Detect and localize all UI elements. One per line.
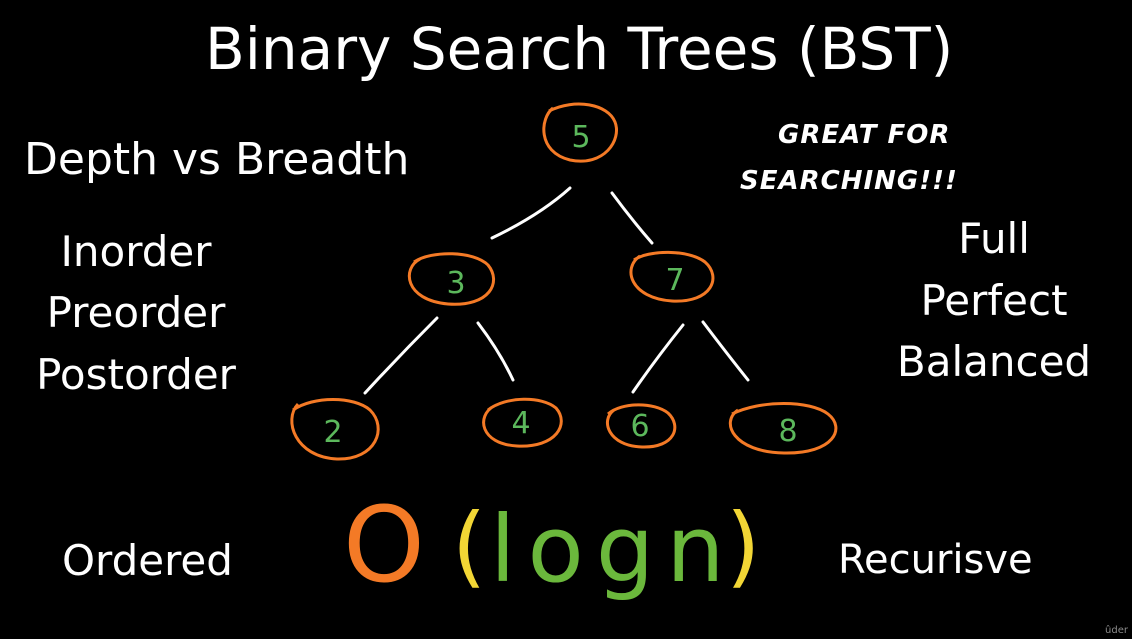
big-o-letter: O [343, 484, 425, 606]
open-paren: ( [452, 494, 486, 597]
edge-3-2 [363, 316, 439, 395]
node-2: 2 [323, 415, 342, 450]
node-7: 7 [665, 263, 684, 298]
close-paren: ) [726, 494, 760, 597]
node-4: 4 [511, 406, 530, 441]
bst-diagram: 5 3 7 2 4 6 8 O ( logn ) [290, 102, 838, 606]
edge-5-7 [610, 191, 654, 245]
edge-3-4 [476, 321, 515, 382]
edge-7-6 [631, 323, 685, 394]
node-6: 6 [630, 409, 649, 444]
watermark: ûder [1105, 625, 1128, 636]
node-3: 3 [446, 266, 465, 301]
node-5: 5 [571, 120, 590, 155]
node-8: 8 [778, 414, 797, 449]
edge-5-3 [490, 186, 572, 240]
edge-7-8 [701, 320, 750, 382]
log-n-expression: logn [490, 496, 737, 603]
